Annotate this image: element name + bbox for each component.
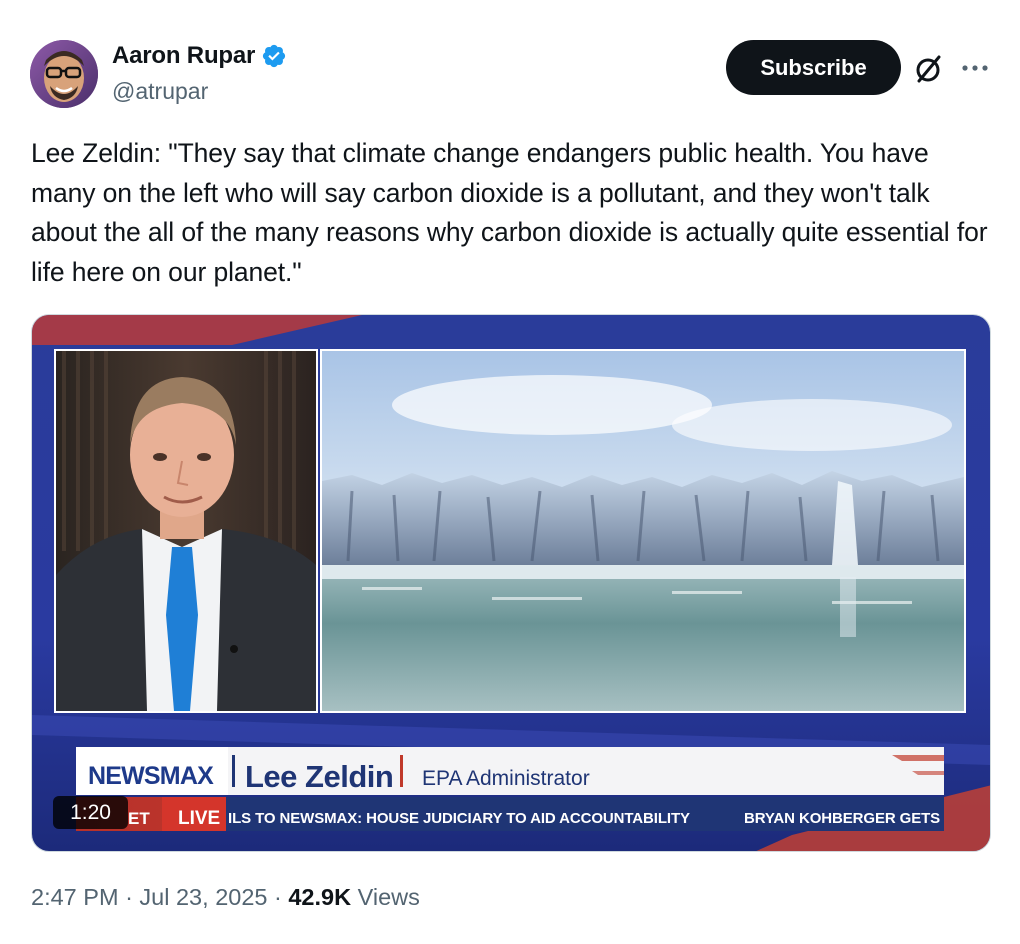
lower-third-title: EPA Administrator bbox=[422, 767, 590, 790]
author-handle[interactable]: @atrupar bbox=[112, 78, 208, 105]
author-display-name[interactable]: Aaron Rupar bbox=[112, 42, 255, 70]
ticker-time-suffix: ET bbox=[128, 809, 150, 828]
live-label: LIVE bbox=[178, 808, 221, 829]
separator-dot: · bbox=[274, 884, 289, 910]
video-duration-badge: 1:20 bbox=[53, 796, 128, 829]
lower-third-name: Lee Zeldin bbox=[245, 759, 394, 794]
tweet-metadata: 2:47 PM · Jul 23, 2025 · 42.9K Views bbox=[31, 884, 420, 911]
video-player[interactable]: NEWSMAX Lee Zeldin EPA Administrator ET … bbox=[31, 314, 991, 852]
tweet-card: Aaron Rupar @atrupar Subscribe Lee Zeldi… bbox=[0, 0, 1020, 944]
tweet-text: Lee Zeldin: "They say that climate chang… bbox=[31, 138, 988, 287]
tweet-time[interactable]: 2:47 PM bbox=[31, 884, 119, 910]
subscribe-button[interactable]: Subscribe bbox=[726, 40, 901, 95]
more-dots-icon[interactable] bbox=[960, 56, 990, 80]
views-count[interactable]: 42.9K bbox=[288, 884, 351, 910]
separator-dot: · bbox=[125, 884, 140, 910]
newsmax-logo: NEWSMAX bbox=[88, 762, 214, 790]
author-name-row[interactable]: Aaron Rupar bbox=[112, 42, 287, 70]
avatar[interactable] bbox=[30, 40, 98, 108]
views-label: Views bbox=[357, 884, 420, 910]
ticker-headline-2: BRYAN KOHBERGER GETS bbox=[744, 810, 941, 827]
grok-icon[interactable] bbox=[912, 52, 946, 86]
verified-badge-icon bbox=[261, 43, 287, 69]
tweet-date[interactable]: Jul 23, 2025 bbox=[139, 884, 267, 910]
ticker-headline-1: ILS TO NEWSMAX: HOUSE JUDICIARY TO AID A… bbox=[228, 810, 690, 827]
